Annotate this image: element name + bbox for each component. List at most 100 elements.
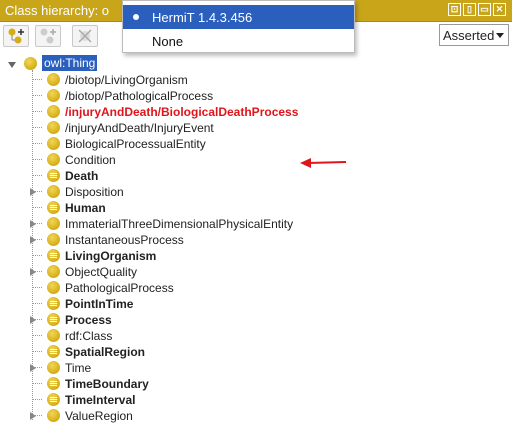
tree-node[interactable]: LivingOrganism <box>0 248 512 264</box>
tree-node[interactable]: rdf:Class <box>0 328 512 344</box>
root-label[interactable]: owl:Thing <box>42 55 98 71</box>
tree-node-label[interactable]: /injuryAndDeath/BiologicalDeathProcess <box>65 105 298 119</box>
tree-node-label[interactable]: Condition <box>65 153 116 167</box>
tree-node[interactable]: SpatialRegion <box>0 344 512 360</box>
tree-branch-line <box>32 175 42 176</box>
class-icon <box>47 153 60 166</box>
tree-node-label[interactable]: Process <box>65 313 112 327</box>
tree-node[interactable]: Time <box>0 360 512 376</box>
class-icon <box>47 89 60 102</box>
radio-selected-icon <box>133 14 139 20</box>
tree-node-label[interactable]: SpatialRegion <box>65 345 145 359</box>
expand-icon[interactable] <box>30 236 36 244</box>
tree-node-label[interactable]: Human <box>65 201 106 215</box>
tree-node-label[interactable]: /injuryAndDeath/InjuryEvent <box>65 121 214 135</box>
reasoner-menu: HermiT 1.4.3.456 None <box>122 0 355 53</box>
pin-icon[interactable]: ⊡ <box>448 3 461 16</box>
tree-node-label[interactable]: ValueRegion <box>65 409 133 423</box>
class-icon <box>24 57 37 70</box>
tree-branch-line <box>32 111 42 112</box>
tree-branch-line <box>32 287 42 288</box>
tree-node[interactable]: ObjectQuality <box>0 264 512 280</box>
tree-branch-line <box>32 303 42 304</box>
expand-icon[interactable] <box>30 412 36 420</box>
tree-node[interactable]: InstantaneousProcess <box>0 232 512 248</box>
tree-node-label[interactable]: BiologicalProcessualEntity <box>65 137 206 151</box>
expand-icon[interactable] <box>30 268 36 276</box>
tree-node[interactable]: Process <box>0 312 512 328</box>
defined-class-icon <box>47 169 60 182</box>
tree-node[interactable]: Human <box>0 200 512 216</box>
tree-root[interactable]: owl:Thing <box>0 55 512 72</box>
tree-branch-line <box>32 255 42 256</box>
tree-node[interactable]: /biotop/LivingOrganism <box>0 72 512 88</box>
delete-class-icon <box>78 29 92 43</box>
add-sibling-button[interactable] <box>35 25 61 47</box>
tree-branch-line <box>32 351 42 352</box>
defined-class-icon <box>47 297 60 310</box>
menu-item-label: None <box>152 34 184 49</box>
tree-node[interactable]: Condition <box>0 152 512 168</box>
chevron-down-icon <box>496 33 504 38</box>
tree-node[interactable]: Disposition <box>0 184 512 200</box>
view-title: Class hierarchy: o <box>5 3 110 18</box>
add-subclass-button[interactable] <box>3 25 29 47</box>
tree-node-label[interactable]: /biotop/LivingOrganism <box>65 73 188 87</box>
expand-icon[interactable] <box>30 364 36 372</box>
tree-branch-line <box>32 399 42 400</box>
class-icon <box>47 281 60 294</box>
tree-node-label[interactable]: InstantaneousProcess <box>65 233 184 247</box>
expand-icon[interactable] <box>30 220 36 228</box>
split-icon[interactable]: ▯ <box>463 3 476 16</box>
defined-class-icon <box>47 201 60 214</box>
class-icon <box>47 217 60 230</box>
view-mode-value: Asserted <box>443 28 495 43</box>
class-icon <box>47 361 60 374</box>
tree-node[interactable]: TimeInterval <box>0 392 512 408</box>
class-tree: owl:Thing /biotop/LivingOrganism/biotop/… <box>0 52 512 426</box>
tree-node-label[interactable]: rdf:Class <box>65 329 112 343</box>
tree-node[interactable]: PointInTime <box>0 296 512 312</box>
defined-class-icon <box>47 377 60 390</box>
menu-item-none[interactable]: None <box>123 29 354 53</box>
delete-class-button[interactable] <box>72 25 98 47</box>
tree-node[interactable]: TimeBoundary <box>0 376 512 392</box>
tree-node[interactable]: ImmaterialThreeDimensionalPhysicalEntity <box>0 216 512 232</box>
tree-node-label[interactable]: ImmaterialThreeDimensionalPhysicalEntity <box>65 217 293 231</box>
tree-node-label[interactable]: Death <box>65 169 98 183</box>
add-sibling-icon <box>40 28 56 44</box>
expand-icon[interactable] <box>30 316 36 324</box>
tree-node-label[interactable]: PointInTime <box>65 297 133 311</box>
tree-branch-line <box>32 207 42 208</box>
window-buttons: ⊡ ▯ ▭ ✕ <box>448 3 506 16</box>
tree-node[interactable]: Death <box>0 168 512 184</box>
tree-node-label[interactable]: PathologicalProcess <box>65 281 174 295</box>
class-icon <box>47 265 60 278</box>
tree-branch-line <box>32 79 42 80</box>
tree-node[interactable]: PathologicalProcess <box>0 280 512 296</box>
tree-node[interactable]: /injuryAndDeath/BiologicalDeathProcess <box>0 104 512 120</box>
class-icon <box>47 185 60 198</box>
tree-node-label[interactable]: TimeBoundary <box>65 377 149 391</box>
tree-node-label[interactable]: TimeInterval <box>65 393 135 407</box>
collapse-icon[interactable] <box>8 62 16 68</box>
tree-branch-line <box>32 95 42 96</box>
expand-icon[interactable] <box>30 188 36 196</box>
restore-icon[interactable]: ▭ <box>478 3 491 16</box>
tree-branch-line <box>32 143 42 144</box>
menu-item-hermit[interactable]: HermiT 1.4.3.456 <box>123 5 354 29</box>
tree-node[interactable]: BiologicalProcessualEntity <box>0 136 512 152</box>
tree-node-label[interactable]: LivingOrganism <box>65 249 156 263</box>
tree-node[interactable]: ValueRegion <box>0 408 512 424</box>
tree-node-label[interactable]: Time <box>65 361 91 375</box>
tree-node[interactable]: /biotop/PathologicalProcess <box>0 88 512 104</box>
tree-node[interactable]: /injuryAndDeath/InjuryEvent <box>0 120 512 136</box>
tree-node-label[interactable]: ObjectQuality <box>65 265 137 279</box>
class-icon <box>47 233 60 246</box>
defined-class-icon <box>47 249 60 262</box>
tree-node-label[interactable]: /biotop/PathologicalProcess <box>65 89 213 103</box>
tree-branch-line <box>32 335 42 336</box>
close-icon[interactable]: ✕ <box>493 3 506 16</box>
tree-node-label[interactable]: Disposition <box>65 185 124 199</box>
view-mode-select[interactable]: Asserted <box>439 24 509 46</box>
